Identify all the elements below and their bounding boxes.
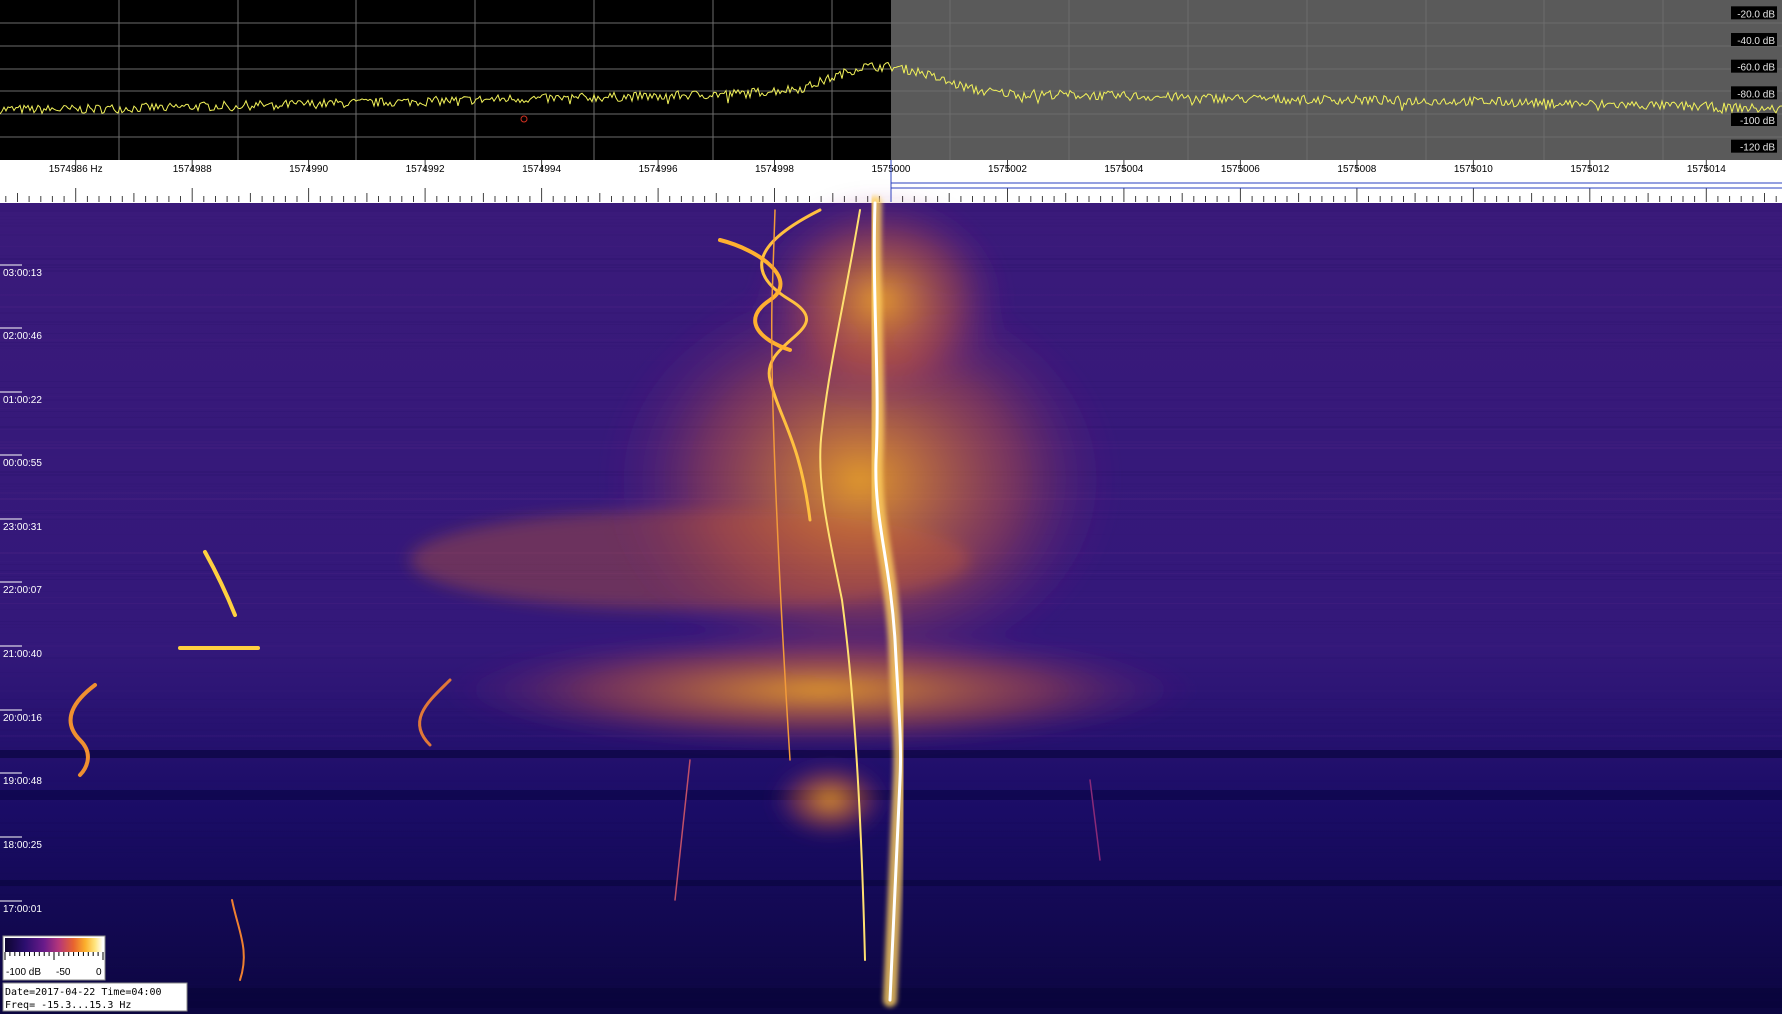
spectrum-y-tick-label: -80.0 dB	[1737, 89, 1775, 100]
waterfall-dark-band	[0, 790, 1782, 800]
waterfall-noise-band	[0, 759, 1782, 761]
waterfall-noise-band	[0, 786, 1782, 788]
time-label: 01:00:22	[3, 395, 42, 406]
spectrum-y-tick-label: -120 dB	[1740, 143, 1775, 154]
frequency-tick-label: 1575014	[1687, 164, 1726, 175]
info-frequency-range: Freq= -15.3...15.3 Hz	[5, 1000, 131, 1011]
time-label: 20:00:16	[3, 713, 42, 724]
time-label: 03:00:13	[3, 268, 42, 279]
spectrum-panel: -20.0 dB -40.0 dB -60.0 dB -80.0 dB -100 dB -…	[0, 0, 1782, 160]
spectrum-y-tick-label: -20.0 dB	[1737, 9, 1775, 20]
frequency-tick-label: 1575002	[988, 164, 1027, 175]
color-scale-bar	[5, 938, 103, 952]
time-label: 02:00:46	[3, 331, 42, 342]
spectrum-waterfall-chart: -20.0 dB-40.0 dB-60.0 dB-80.0 dB-100 dB-…	[0, 0, 1782, 1014]
frequency-tick-label: 1574990	[289, 164, 328, 175]
info-date-time: Date=2017-04-22 Time=04:00	[5, 987, 162, 998]
waterfall-noise-band	[0, 822, 1782, 824]
frequency-tick-label: 1574992	[406, 164, 445, 175]
spectrum-highlight-region	[891, 0, 1782, 160]
frequency-tick-label: 1574998	[755, 164, 794, 175]
spectrum-y-tick-label: -40.0 dB	[1737, 36, 1775, 47]
time-label: 23:00:31	[3, 522, 42, 533]
waterfall-noise-band	[0, 1011, 1782, 1012]
spectrum-background	[0, 0, 891, 160]
time-label: 18:00:25	[3, 840, 42, 851]
diffuse-signal-region	[770, 760, 890, 840]
time-label: 19:00:48	[3, 776, 42, 787]
color-scale-min-label: -100 dB	[6, 967, 41, 978]
color-scale-max-label: 0	[96, 967, 102, 978]
frequency-tick-label: 1575012	[1570, 164, 1609, 175]
spectrogram-app: -20.0 dB -40.0 dB -60.0 dB -80.0 dB -100 dB -…	[0, 0, 1782, 1014]
frequency-tick-label: 1574986 Hz	[49, 164, 103, 175]
time-label: 21:00:40	[3, 649, 42, 660]
waterfall-panel: 03:00:13 02:00:46 01:00:22 00:00:55 23:00:31…	[0, 190, 1782, 1014]
frequency-tick-label: 1575010	[1454, 164, 1493, 175]
frequency-tick-label: 1575004	[1104, 164, 1143, 175]
time-label: 00:00:55	[3, 458, 42, 469]
frequency-tick-label: 1575006	[1221, 164, 1260, 175]
time-label: 17:00:01	[3, 904, 42, 915]
frequency-tick-label: 1574996	[639, 164, 678, 175]
frequency-tick-label: 1575008	[1337, 164, 1376, 175]
spectrum-y-tick-label: -100 dB	[1740, 116, 1775, 127]
frequency-tick-label: 1574994	[522, 164, 561, 175]
color-scale-mid-label: -50	[56, 967, 71, 978]
waterfall-dark-band	[0, 750, 1782, 758]
time-label: 22:00:07	[3, 585, 42, 596]
info-box: Date=2017-04-22 Time=04:00 Freq= -15.3..…	[2, 982, 188, 1012]
spectrum-y-tick-label: -60.0 dB	[1737, 63, 1775, 74]
diffuse-signal-region	[440, 630, 1200, 750]
frequency-tick-label: 1574988	[173, 164, 212, 175]
waterfall-noise-band	[0, 780, 1782, 782]
color-scale-legend: -100 dB -50 0	[2, 935, 106, 981]
